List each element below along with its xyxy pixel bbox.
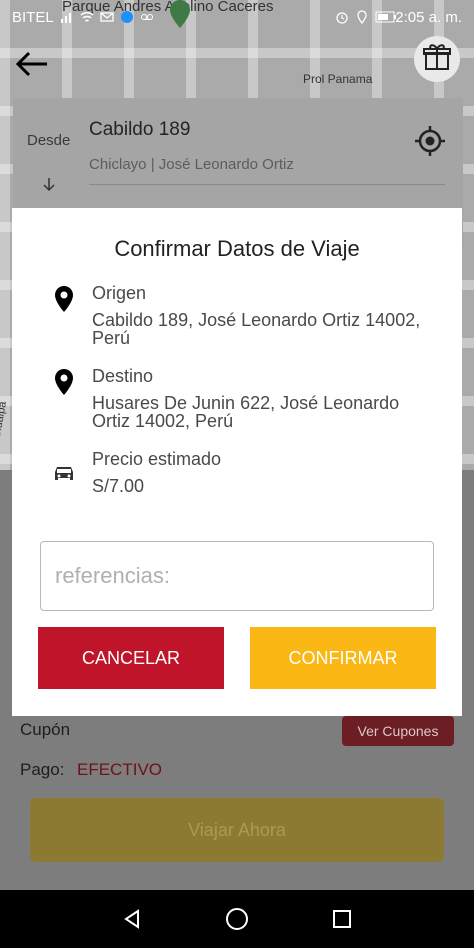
- car-icon: [52, 463, 76, 491]
- route-from-value[interactable]: Cabildo 189: [89, 119, 190, 141]
- voicemail-icon: [140, 10, 154, 24]
- status-bar: BITEL 2:05 a. m.: [0, 0, 474, 34]
- route-divider: [89, 184, 445, 185]
- location-status-icon: [355, 10, 369, 25]
- price-row: Precio estimado S/7.00: [52, 449, 452, 509]
- destination-row: Destino Husares De Junin 622, José Leona…: [52, 366, 452, 436]
- destination-title: Destino: [92, 366, 154, 386]
- confirm-button[interactable]: CONFIRMAR: [250, 627, 436, 689]
- origin-value: Cabildo 189, José Leonardo Ortiz 14002, …: [92, 310, 421, 348]
- gift-button[interactable]: [414, 36, 460, 82]
- confirm-trip-dialog: Confirmar Datos de Viaje Origen Cabildo …: [12, 208, 462, 716]
- payment-value[interactable]: EFECTIVO: [77, 760, 162, 780]
- nav-home-icon[interactable]: [222, 904, 252, 934]
- destination-value: Husares De Junin 622, José Leonardo Orti…: [92, 393, 400, 431]
- coupon-label: Cupón: [20, 720, 71, 739]
- gift-icon: [422, 42, 452, 77]
- back-button[interactable]: [12, 46, 52, 86]
- carrier-label: BITEL: [12, 8, 54, 26]
- price-title: Precio estimado: [92, 449, 222, 469]
- signal-icon: [60, 10, 74, 24]
- back-arrow-icon: [15, 51, 49, 82]
- map-label-atahualpa: Atahualpa: [0, 400, 9, 452]
- route-from-subtitle: Chiclayo | José Leonardo Ortiz: [89, 156, 294, 173]
- destination-pin-icon: [52, 368, 76, 396]
- mail-icon: [100, 10, 114, 24]
- map-label-panama: Prol Panama: [303, 72, 373, 86]
- nav-recents-icon[interactable]: [327, 904, 357, 934]
- view-coupons-button[interactable]: Ver Cupones: [342, 716, 454, 746]
- origin-pin-icon: [52, 285, 76, 313]
- payment-label: Pago:: [20, 760, 65, 779]
- down-arrow-icon: [41, 176, 57, 197]
- wifi-icon: [80, 10, 94, 24]
- cancel-button[interactable]: CANCELAR: [38, 627, 224, 689]
- nav-back-icon[interactable]: [117, 904, 147, 934]
- app-icon: [120, 10, 134, 24]
- dialog-title: Confirmar Datos de Viaje: [114, 236, 360, 261]
- route-from-label: Desde: [27, 132, 71, 149]
- location-target-icon[interactable]: [413, 124, 447, 158]
- system-nav-bar: [0, 890, 474, 948]
- clock-label: 2:05 a. m.: [395, 8, 462, 26]
- travel-now-button[interactable]: Viajar Ahora: [30, 798, 444, 862]
- references-input[interactable]: [40, 541, 434, 611]
- origin-title: Origen: [92, 283, 147, 303]
- battery-icon: [375, 10, 397, 24]
- price-value: S/7.00: [92, 476, 145, 496]
- alarm-icon: [335, 10, 349, 24]
- origin-row: Origen Cabildo 189, José Leonardo Ortiz …: [52, 283, 452, 353]
